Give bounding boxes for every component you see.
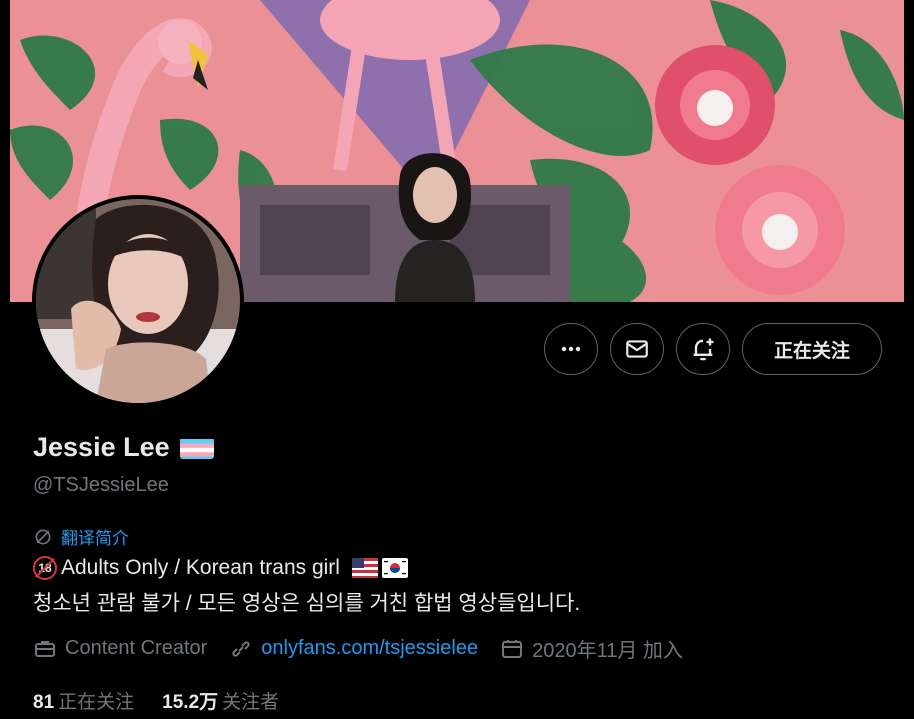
- joined-text: 2020年11月 加入: [532, 640, 683, 662]
- message-button[interactable]: [610, 323, 664, 375]
- translate-bio-link[interactable]: 翻译简介: [33, 524, 129, 549]
- profile-meta: Content Creator onlyfans.com/tsjessielee…: [33, 634, 705, 663]
- bell-plus-icon: [693, 338, 714, 361]
- more-icon: [561, 346, 581, 352]
- category-item: Content Creator: [33, 637, 207, 661]
- more-button[interactable]: [544, 323, 598, 375]
- bio-line-1: 18 Adults Only / Korean trans girl: [33, 556, 408, 580]
- calendar-icon: [502, 639, 523, 658]
- notify-button[interactable]: [676, 323, 730, 375]
- followers-label: 关注者: [222, 692, 280, 713]
- handle: @TSJessieLee: [33, 474, 169, 496]
- following-stat[interactable]: 81 正在关注: [33, 687, 134, 714]
- follow-stats: 81 正在关注 15.2万 关注者: [33, 687, 279, 714]
- trans-flag-emoji: [179, 437, 214, 459]
- link-icon: [232, 640, 250, 657]
- website-item: onlyfans.com/tsjessielee: [229, 637, 478, 661]
- badge-18-text: 18: [38, 561, 52, 575]
- followers-stat[interactable]: 15.2万 关注者: [162, 687, 279, 714]
- category-text: Content Creator: [65, 637, 208, 659]
- no-under-18-icon: 18: [33, 556, 57, 580]
- followers-count: 15.2万: [162, 692, 219, 713]
- following-count: 81: [33, 692, 55, 713]
- display-name-text: Jessie Lee: [33, 432, 170, 462]
- following-label: 正在关注: [58, 692, 135, 713]
- briefcase-icon: [35, 640, 55, 657]
- display-name: Jessie Lee: [33, 432, 214, 463]
- mail-icon: [626, 340, 648, 358]
- us-flag-emoji: [351, 558, 378, 578]
- translate-icon: [35, 529, 51, 544]
- translate-bio-label: 翻译简介: [61, 529, 129, 548]
- avatar[interactable]: [32, 195, 244, 407]
- bio-line-1-text: Adults Only / Korean trans girl: [61, 556, 340, 579]
- kr-flag-emoji: [381, 558, 408, 578]
- website-link[interactable]: onlyfans.com/tsjessielee: [261, 637, 478, 660]
- joined-item: 2020年11月 加入: [500, 634, 683, 663]
- bio-line-2: 청소년 관람 불가 / 모든 영상은 심의를 거친 합법 영상들입니다.: [33, 592, 581, 615]
- following-button[interactable]: 正在关注: [742, 323, 882, 375]
